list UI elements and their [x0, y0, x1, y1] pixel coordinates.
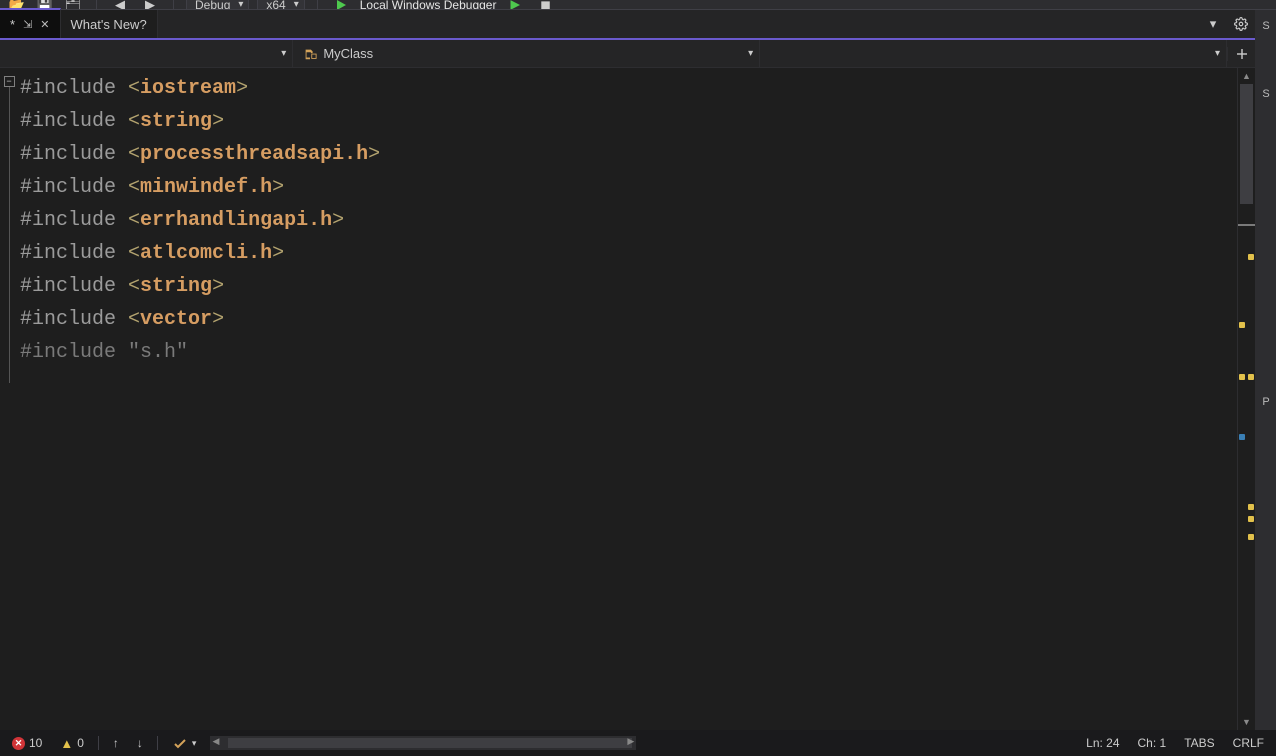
split-view-icon[interactable] [1227, 47, 1255, 61]
tab-active-file[interactable]: * ⇲ ✕ [0, 8, 61, 38]
tabs-overflow-icon[interactable]: ▾ [1199, 10, 1227, 38]
outline-gutter[interactable]: − [0, 68, 18, 730]
document-tabs: * ⇲ ✕ What's New? ▾ [0, 10, 1255, 40]
bookmark-mark [1239, 434, 1245, 440]
warning-count[interactable]: ▲ 0 [56, 736, 88, 751]
build-status-icon[interactable]: ▾ [168, 735, 201, 751]
tool-tab-2[interactable]: S [1262, 88, 1269, 100]
code-editor[interactable]: − #include <iostream> #include <string> … [0, 68, 1255, 730]
scroll-up-icon[interactable]: ▲ [1238, 68, 1255, 84]
edit-mark [1248, 504, 1254, 510]
line-indicator[interactable]: Ln: 24 [1082, 736, 1123, 750]
navigation-bar: MyClass [0, 40, 1255, 68]
tool-tab-3[interactable]: P [1262, 396, 1269, 408]
class-combo[interactable]: MyClass [293, 40, 760, 67]
start-debug-icon[interactable] [330, 0, 352, 10]
edit-mark [1248, 534, 1254, 540]
scope-combo[interactable] [0, 40, 293, 67]
error-count[interactable]: ✕ 10 [8, 736, 46, 750]
nav-fwd-icon[interactable]: ▶ [139, 0, 161, 10]
edit-mark [1248, 254, 1254, 260]
tab-title: * [10, 17, 15, 32]
column-indicator[interactable]: Ch: 1 [1134, 736, 1171, 750]
indent-indicator[interactable]: TABS [1180, 736, 1218, 750]
code-text[interactable]: #include <iostream> #include <string> #i… [18, 68, 1237, 730]
warning-icon: ▲ [60, 736, 73, 751]
tab-title: What's New? [71, 17, 147, 32]
vertical-scrollbar[interactable]: ▲ ▼ [1237, 68, 1255, 730]
scroll-down-icon[interactable]: ▼ [1238, 714, 1255, 730]
error-icon: ✕ [12, 737, 25, 750]
edit-mark [1248, 374, 1254, 380]
eol-indicator[interactable]: CRLF [1229, 736, 1268, 750]
main-toolbar: 📂 💾 🗂 ◀ ▶ Debug x64 Local Windows Debugg… [0, 0, 1276, 10]
stop-icon[interactable]: ◼ [534, 0, 556, 10]
horizontal-scrollbar[interactable]: ◀ ▶ [210, 736, 636, 750]
fold-toggle-icon[interactable]: − [4, 76, 15, 87]
save-all-icon[interactable]: 🗂 [62, 0, 84, 10]
debug-target-label[interactable]: Local Windows Debugger [360, 0, 497, 10]
close-icon[interactable]: ✕ [40, 18, 49, 31]
edit-mark [1239, 374, 1245, 380]
build-config-combo[interactable]: Debug [186, 0, 249, 10]
tabs-settings-icon[interactable] [1227, 10, 1255, 38]
platform-combo[interactable]: x64 [257, 0, 304, 10]
nav-up-icon[interactable]: ↑ [109, 736, 123, 750]
caret-marker [1238, 224, 1255, 226]
start-nodebug-icon[interactable] [504, 0, 526, 10]
scroll-thumb[interactable] [1240, 84, 1253, 204]
class-icon [303, 47, 317, 61]
pin-icon[interactable]: ⇲ [23, 18, 32, 31]
nav-back-icon[interactable]: ◀ [109, 0, 131, 10]
tool-tab-1[interactable]: S [1262, 20, 1269, 32]
nav-down-icon[interactable]: ↓ [133, 736, 147, 750]
right-tool-strip: S S P [1256, 10, 1276, 730]
edit-mark [1239, 322, 1245, 328]
status-bar: ✕ 10 ▲ 0 ↑ ↓ ▾ ◀ ▶ Ln: 24 Ch: 1 TABS CRL… [0, 730, 1276, 756]
edit-mark [1248, 516, 1254, 522]
class-label: MyClass [323, 46, 373, 61]
tab-whats-new[interactable]: What's New? [61, 10, 158, 38]
member-combo[interactable] [760, 40, 1227, 67]
